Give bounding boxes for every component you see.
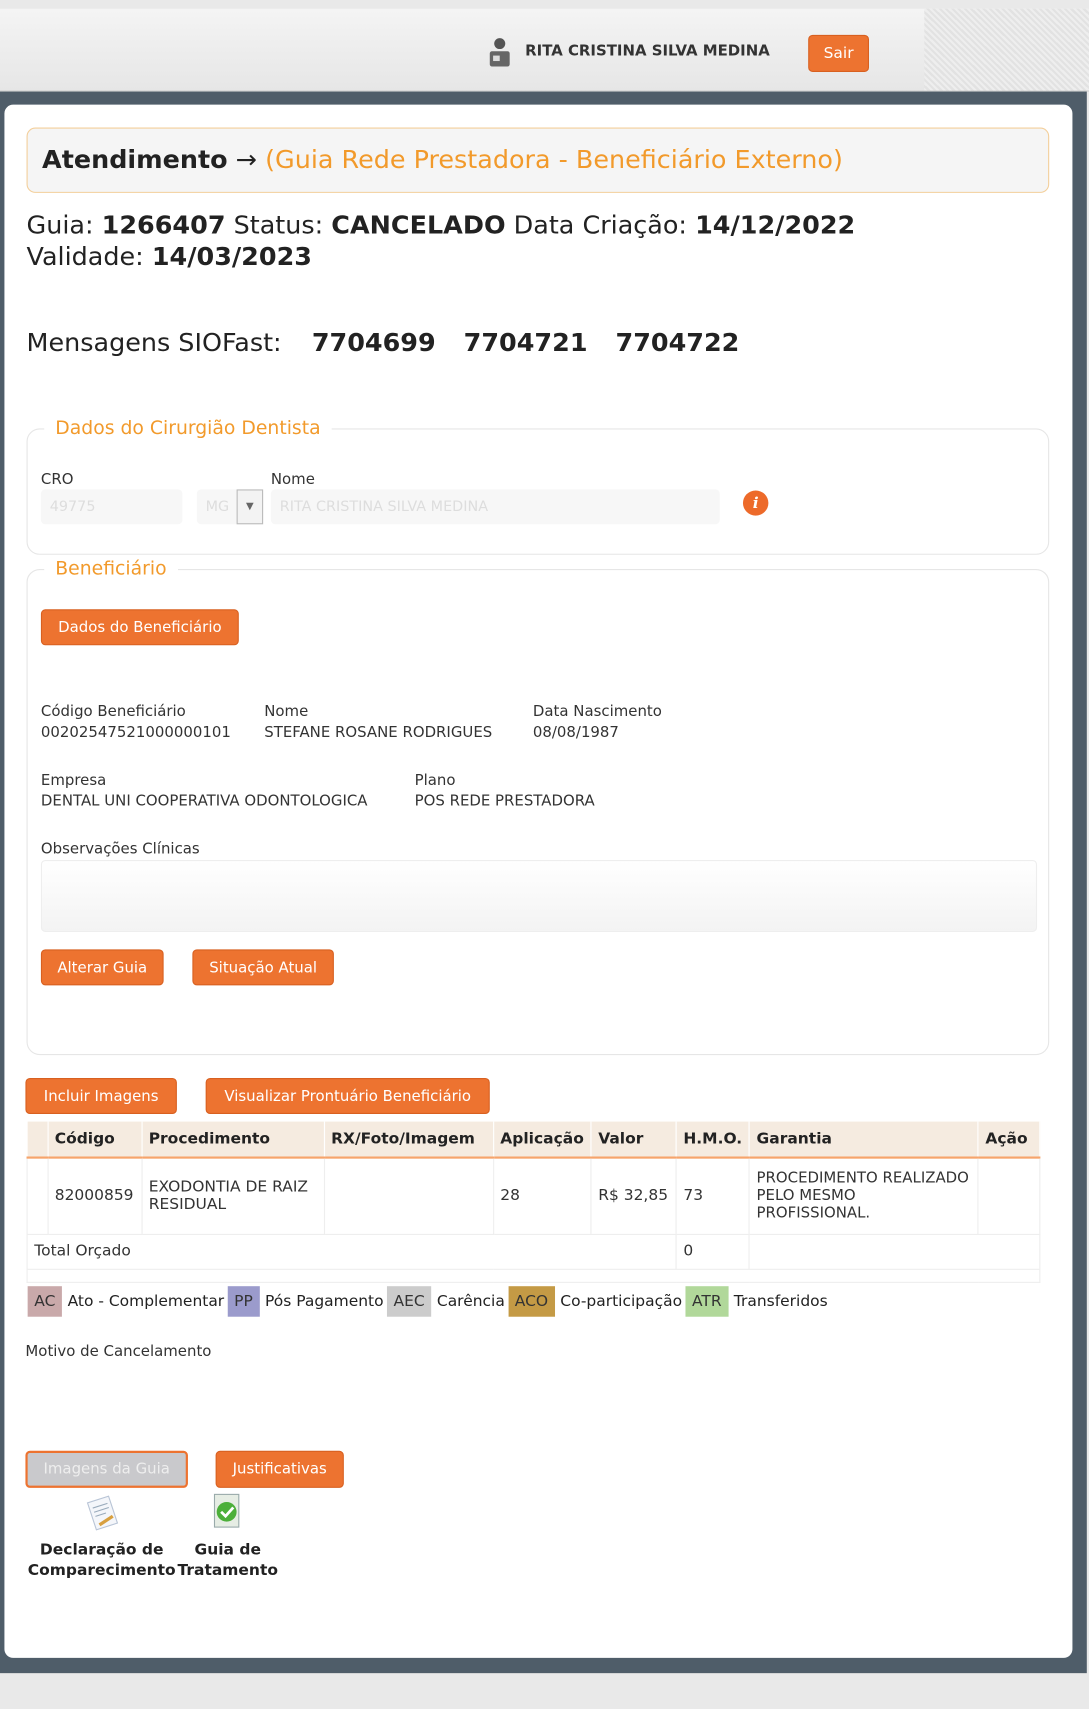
col-garantia: Garantia [749,1121,979,1159]
birthdate-label: Data Nascimento [532,703,662,721]
legend-label: Co-participação [560,1292,683,1311]
alterar-guia-button[interactable]: Alterar Guia [40,949,164,986]
observations-textarea[interactable] [40,860,1038,932]
siofast-message[interactable]: 7704699 [312,329,436,357]
cell-hmo: 73 [675,1157,750,1235]
legend-label: Transferidos [733,1292,828,1311]
col-procedimento: Procedimento [141,1121,325,1159]
table-header-row: Código Procedimento RX/Foto/Imagem Aplic… [27,1121,1041,1159]
siofast-message[interactable]: 7704721 [464,329,588,357]
codigo-label: Código Beneficiário [40,703,186,721]
col-codigo: Código [47,1121,143,1159]
title-main: Atendimento [42,146,228,175]
uf-select[interactable]: MG ▼ [196,489,264,525]
plano-value: POS REDE PRESTADORA [414,792,595,810]
observations-label: Observações Clínicas [40,840,200,858]
guia-info: Guia: 1266407 Status: CANCELADO Data Cri… [27,210,856,273]
beneficiary-name: STEFANE ROSANE RODRIGUES [264,723,493,742]
nome-input[interactable]: RITA CRISTINA SILVA MEDINA [270,489,720,525]
guide-images-button[interactable]: Imagens da Guia [25,1450,188,1488]
nome-label: Nome [270,470,315,489]
legend-swatch-ac: AC [27,1286,63,1317]
empresa-label: Empresa [40,771,107,790]
beneficiary-legend: Beneficiário [44,558,178,580]
total-hmo: 0 [675,1233,750,1270]
legend-swatch-atr: ATR [685,1286,729,1317]
table-row: 82000859 EXODONTIA DE RAIZ RESIDUAL 28 R… [26,1157,1041,1235]
logout-button[interactable]: Sair [808,34,870,72]
uf-value: MG [205,498,230,516]
empresa-value: DENTAL UNI COOPERATIVA ODONTOLOGICA [40,792,368,810]
legend-swatch-aec: AEC [386,1286,432,1317]
total-label: Total Orçado [26,1233,677,1270]
col-hmo: H.M.O. [676,1121,750,1159]
guia-label: Guia: [26,211,94,240]
col-rx: RX/Foto/Imagem [323,1121,494,1159]
cell-aplicacao: 28 [492,1157,592,1235]
cell-codigo: 82000859 [46,1157,143,1235]
dentist-legend: Dados do Cirurgião Dentista [44,417,332,440]
col-aplicacao: Aplicação [493,1121,592,1159]
cancel-reason-label: Motivo de Cancelamento [25,1342,212,1361]
cell-rx [323,1157,494,1235]
include-images-button[interactable]: Incluir Imagens [25,1078,177,1114]
beneficiary-data-button[interactable]: Dados do Beneficiário [40,609,239,646]
status-legend: AC Ato - Complementar PP Pós Pagamento AEC… [27,1286,831,1317]
validity-label: Validade: [26,243,144,272]
cell-acao[interactable] [977,1157,1041,1235]
legend-label: Carência [436,1292,505,1311]
chevron-down-icon[interactable]: ▼ [236,489,264,525]
plano-label: Plano [414,771,456,790]
col-acao: Ação [978,1121,1041,1159]
legend-swatch-pp: PP [227,1286,260,1317]
cell-valor: R$ 32,85 [590,1157,677,1235]
arrow-icon: → [235,146,258,175]
justifications-button[interactable]: Justificativas [215,1450,344,1488]
info-icon[interactable]: i [742,490,769,516]
title-sub: (Guia Rede Prestadora - Beneficiário Ext… [265,146,843,175]
total-row: Total Orçado 0 [26,1233,1041,1270]
cell-garantia: PROCEDIMENTO REALIZADO PELO MESMO PROFIS… [748,1157,979,1235]
codigo-value: 00202547521000000101 [40,723,231,742]
legend-swatch-aco: ACO [508,1286,555,1317]
header-pattern [924,8,1089,91]
creation-label: Data Criação: [513,211,688,240]
status-label: Status: [233,211,324,240]
validity-date: 14/03/2023 [151,243,312,272]
creation-date: 14/12/2022 [695,211,856,240]
procedures-table: Código Procedimento RX/Foto/Imagem Aplic… [26,1121,1041,1283]
declaration-link[interactable]: Declaração de Comparecimento [27,1540,177,1581]
declaration-document-icon[interactable] [84,1494,122,1533]
siofast-message[interactable]: 7704722 [616,329,740,357]
user-icon [488,37,512,68]
status-value: CANCELADO [331,211,506,240]
treatment-guide-link[interactable]: Guia de Tratamento [175,1540,281,1581]
legend-label: Ato - Complementar [67,1292,225,1311]
birthdate-value: 08/08/1987 [532,723,619,742]
siofast-label: Mensagens SIOFast: [26,329,282,358]
cell-procedimento: EXODONTIA DE RAIZ RESIDUAL [140,1157,325,1235]
guia-number: 1266407 [101,211,226,240]
beneficiary-name-label: Nome [264,703,309,721]
view-records-button[interactable]: Visualizar Prontuário Beneficiário [205,1078,490,1114]
situacao-atual-button[interactable]: Situação Atual [192,949,334,986]
treatment-guide-icon[interactable] [210,1492,245,1531]
siofast-messages: Mensagens SIOFast: 7704699 7704721 77047… [27,329,740,357]
page-title: Atendimento → (Guia Rede Prestadora - Be… [26,127,1050,193]
cro-label: CRO [40,470,74,489]
user-name: RITA CRISTINA SILVA MEDINA [525,42,770,60]
legend-label: Pós Pagamento [264,1292,384,1311]
cro-input[interactable]: 49775 [40,489,183,525]
col-valor: Valor [591,1121,677,1159]
